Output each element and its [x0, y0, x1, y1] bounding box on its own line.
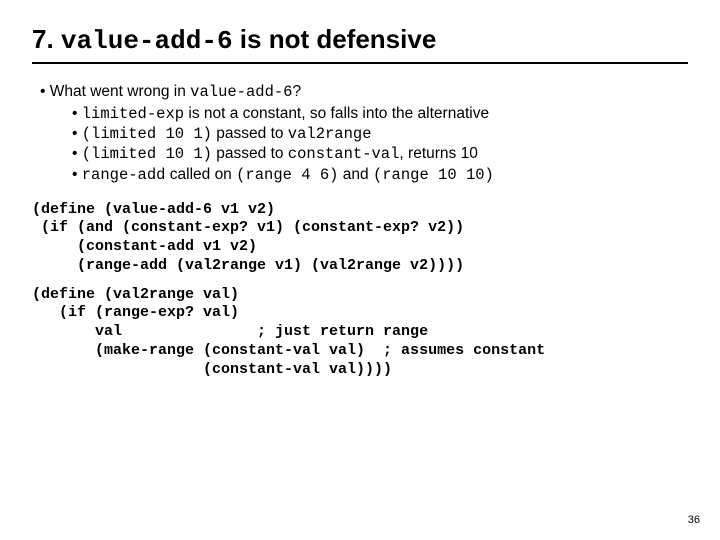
bullet-4: range-add called on (range 4 6) and (ran…	[72, 165, 688, 185]
bullet-lead: What went wrong in value-add-6? limited-…	[40, 82, 688, 185]
slide: 7. value-add-6 is not defensive What wen…	[0, 0, 720, 540]
b4-code3: (range 10 10)	[373, 166, 494, 184]
bullet-2: (limited 10 1) passed to val2range	[72, 124, 688, 144]
slide-title: 7. value-add-6 is not defensive	[32, 24, 688, 64]
b4-mid2: and	[338, 166, 372, 183]
title-rest: is not defensive	[233, 24, 437, 54]
b1-rest: is not a constant, so falls into the alt…	[184, 105, 489, 122]
bullet-3: (limited 10 1) passed to constant-val, r…	[72, 144, 688, 164]
b3-rest: , returns 10	[399, 145, 477, 162]
b3-code1: (limited 10 1)	[82, 145, 212, 163]
b2-mid: passed to	[212, 125, 288, 142]
b4-code2: (range 4 6)	[236, 166, 338, 184]
code-block-1: (define (value-add-6 v1 v2) (if (and (co…	[32, 201, 688, 276]
b4-code1: range-add	[82, 166, 166, 184]
b3-code2: constant-val	[288, 145, 400, 163]
title-code: value-add-6	[61, 26, 233, 56]
b2-code1: (limited 10 1)	[82, 125, 212, 143]
bullet-inner: limited-exp is not a constant, so falls …	[40, 104, 688, 185]
bullet-1: limited-exp is not a constant, so falls …	[72, 104, 688, 124]
b4-mid1: called on	[165, 166, 236, 183]
b1-code: limited-exp	[82, 105, 184, 123]
lead-code: value-add-6	[190, 83, 292, 101]
lead-pre: What went wrong in	[50, 83, 190, 100]
page-number: 36	[688, 514, 700, 526]
b2-code2: val2range	[288, 125, 372, 143]
code-block-2: (define (val2range val) (if (range-exp? …	[32, 286, 688, 380]
b3-mid: passed to	[212, 145, 288, 162]
title-num: 7.	[32, 24, 54, 54]
lead-post: ?	[293, 83, 302, 100]
bullet-list: What went wrong in value-add-6? limited-…	[32, 82, 688, 185]
